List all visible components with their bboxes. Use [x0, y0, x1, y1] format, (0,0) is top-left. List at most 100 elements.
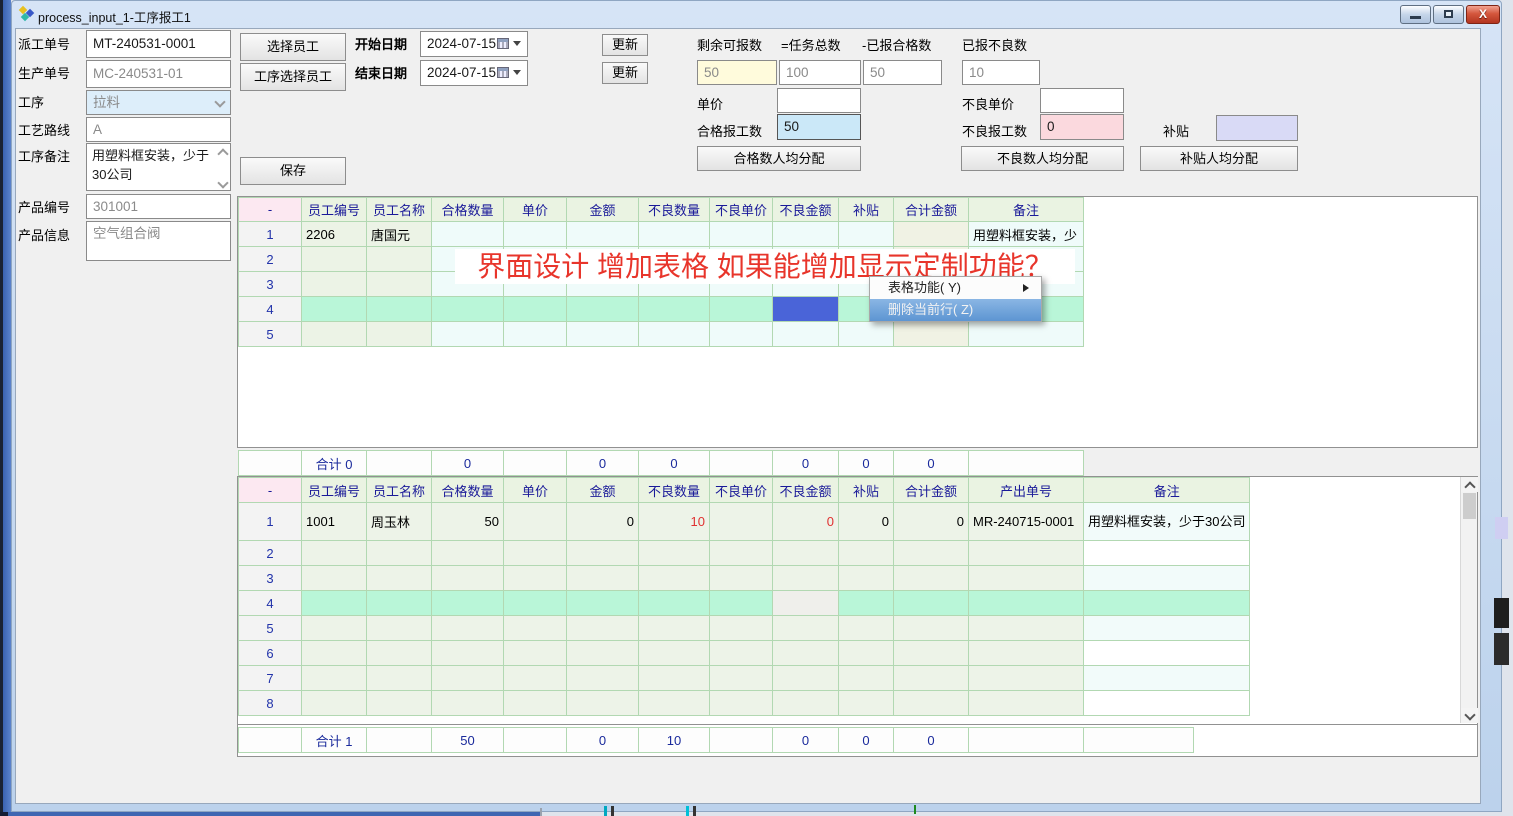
- bad-report-input[interactable]: 0: [1040, 114, 1124, 140]
- reported-ok-input[interactable]: 50: [863, 60, 942, 85]
- remaining-input[interactable]: 50: [697, 60, 777, 85]
- scrollbar-up-button[interactable]: [1461, 477, 1478, 492]
- table-cell[interactable]: 10: [639, 503, 710, 541]
- table-cell[interactable]: [504, 541, 567, 566]
- column-header[interactable]: 产出单号: [969, 478, 1084, 503]
- table-cell[interactable]: [567, 322, 639, 347]
- table-cell[interactable]: [710, 222, 773, 247]
- table-cell[interactable]: [710, 297, 773, 322]
- table-cell[interactable]: [504, 616, 567, 641]
- row-number-cell[interactable]: 5: [239, 322, 302, 347]
- row-number-cell[interactable]: 3: [239, 566, 302, 591]
- table-cell[interactable]: 唐国元: [367, 222, 432, 247]
- table-cell[interactable]: [773, 541, 839, 566]
- row-number-cell[interactable]: 7: [239, 666, 302, 691]
- table-cell[interactable]: [710, 566, 773, 591]
- ok-report-input[interactable]: 50: [777, 114, 861, 140]
- table-cell[interactable]: [367, 566, 432, 591]
- update-start-button[interactable]: 更新: [602, 34, 648, 56]
- select-employee-button[interactable]: 选择员工: [240, 33, 346, 61]
- table-cell[interactable]: [710, 541, 773, 566]
- column-header[interactable]: 单价: [504, 478, 567, 503]
- table-cell[interactable]: [773, 641, 839, 666]
- table-cell[interactable]: [969, 322, 1084, 347]
- table-cell[interactable]: [969, 566, 1084, 591]
- start-date-input[interactable]: 2024-07-15: [420, 31, 528, 57]
- table-cell[interactable]: [839, 666, 894, 691]
- row-number-cell[interactable]: 3: [239, 272, 302, 297]
- column-header[interactable]: 单价: [504, 198, 567, 222]
- table-cell[interactable]: [504, 666, 567, 691]
- table-cell[interactable]: [504, 322, 567, 347]
- table-cell[interactable]: [773, 322, 839, 347]
- column-header[interactable]: 员工名称: [367, 198, 432, 222]
- bad-price-input[interactable]: [1040, 88, 1124, 113]
- table-cell[interactable]: [773, 566, 839, 591]
- table-cell[interactable]: [773, 691, 839, 716]
- table-cell[interactable]: [773, 666, 839, 691]
- table-cell[interactable]: [773, 222, 839, 247]
- product-code-input[interactable]: 301001: [86, 194, 231, 219]
- table-cell[interactable]: [639, 566, 710, 591]
- column-header[interactable]: 不良单价: [710, 478, 773, 503]
- table-cell[interactable]: [1084, 616, 1250, 641]
- table-cell[interactable]: [1084, 641, 1250, 666]
- table-cell[interactable]: [302, 322, 367, 347]
- table-cell[interactable]: [894, 641, 969, 666]
- column-header[interactable]: 不良数量: [639, 198, 710, 222]
- table-cell[interactable]: [1084, 666, 1250, 691]
- table-cell[interactable]: [367, 691, 432, 716]
- table-cell[interactable]: [567, 566, 639, 591]
- table-cell[interactable]: [432, 297, 504, 322]
- table-cell[interactable]: [504, 222, 567, 247]
- table-cell[interactable]: [302, 616, 367, 641]
- table-cell[interactable]: 周玉林: [367, 503, 432, 541]
- selected-cell[interactable]: [773, 297, 839, 322]
- table-cell[interactable]: [839, 541, 894, 566]
- table-cell[interactable]: [639, 691, 710, 716]
- table-cell[interactable]: [432, 666, 504, 691]
- column-header[interactable]: 补贴: [839, 478, 894, 503]
- column-header[interactable]: 不良单价: [710, 198, 773, 222]
- table-cell[interactable]: [969, 616, 1084, 641]
- table-cell[interactable]: [894, 616, 969, 641]
- table-cell[interactable]: 用塑料框安装，少于30公司: [1084, 503, 1250, 541]
- table-cell[interactable]: 0: [567, 503, 639, 541]
- table-cell[interactable]: [969, 641, 1084, 666]
- row-number-cell[interactable]: 4: [239, 591, 302, 616]
- table-cell[interactable]: [969, 591, 1084, 616]
- row-number-cell[interactable]: 1: [239, 222, 302, 247]
- dispatch-order-input[interactable]: MT-240531-0001: [86, 30, 231, 58]
- table-cell[interactable]: [969, 691, 1084, 716]
- column-header[interactable]: 不良金额: [773, 198, 839, 222]
- unit-price-input[interactable]: [777, 88, 861, 113]
- column-header[interactable]: 合计金额: [894, 198, 969, 222]
- route-input[interactable]: A: [86, 117, 231, 142]
- table-cell[interactable]: [710, 591, 773, 616]
- row-number-cell[interactable]: 1: [239, 503, 302, 541]
- table-cell[interactable]: [367, 541, 432, 566]
- distribute-ok-button[interactable]: 合格数人均分配: [697, 146, 861, 171]
- column-header[interactable]: 补贴: [839, 198, 894, 222]
- column-header[interactable]: -: [239, 478, 302, 503]
- menu-item-table-functions[interactable]: 表格功能( Y): [870, 277, 1041, 299]
- table-cell[interactable]: [639, 297, 710, 322]
- table-cell[interactable]: [1084, 541, 1250, 566]
- table-cell[interactable]: [894, 566, 969, 591]
- column-header[interactable]: 合格数量: [432, 478, 504, 503]
- table-cell[interactable]: [432, 691, 504, 716]
- column-header[interactable]: 合格数量: [432, 198, 504, 222]
- column-header[interactable]: 备注: [969, 198, 1084, 222]
- table-cell[interactable]: [432, 616, 504, 641]
- table-cell[interactable]: [567, 691, 639, 716]
- distribute-bad-button[interactable]: 不良数人均分配: [961, 146, 1124, 171]
- table-cell[interactable]: [504, 566, 567, 591]
- table-cell[interactable]: [432, 591, 504, 616]
- column-header[interactable]: 员工编号: [302, 478, 367, 503]
- table-cell[interactable]: [567, 591, 639, 616]
- product-info-input[interactable]: 空气组合阀: [86, 221, 231, 261]
- column-header[interactable]: 员工编号: [302, 198, 367, 222]
- row-number-cell[interactable]: 8: [239, 691, 302, 716]
- menu-item-delete-row[interactable]: 删除当前行( Z): [870, 299, 1041, 321]
- vertical-scrollbar[interactable]: [1460, 477, 1477, 723]
